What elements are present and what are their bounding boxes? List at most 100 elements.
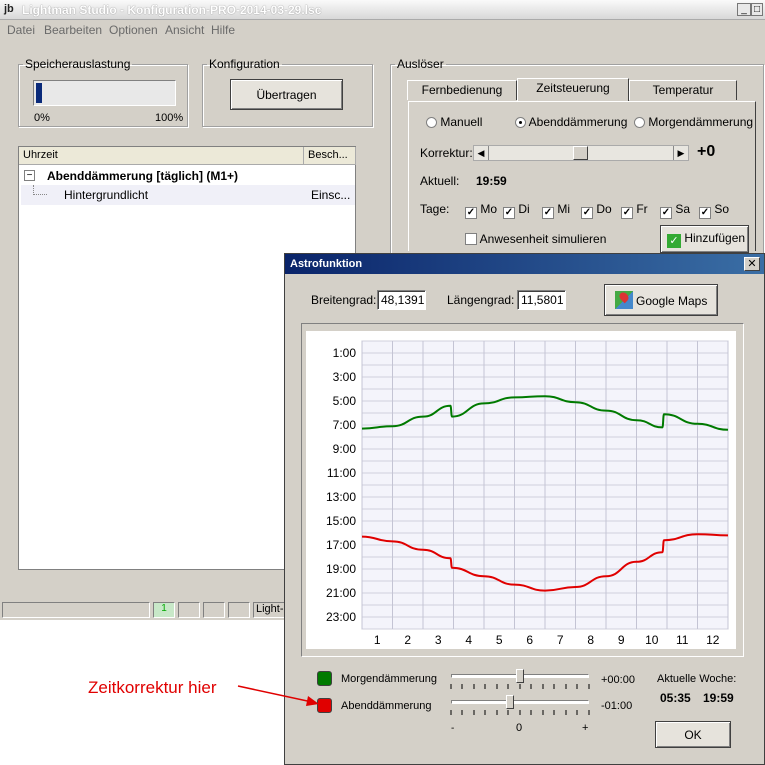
tab-fernbedienung[interactable]: Fernbedienung (407, 80, 517, 100)
status-pane (203, 602, 225, 618)
current-value: 19:59 (476, 174, 507, 188)
menu-bar: Datei Bearbeiten Optionen Ansicht Hilfe (0, 21, 765, 39)
group-label: Abenddämmerung [täglich] (M1+) (47, 169, 239, 183)
google-maps-button[interactable]: Google Maps (604, 284, 718, 316)
trigger-tabs: Fernbedienung Zeitsteuerung Temperatur (407, 78, 747, 102)
transfer-button[interactable]: Übertragen (230, 79, 343, 110)
menu-hilfe[interactable]: Hilfe (211, 23, 235, 37)
astro-dialog: Astrofunktion ✕ Breitengrad: 48,1391 Län… (284, 253, 765, 765)
week-morning: 05:35 (660, 691, 691, 705)
correction-scrollbar[interactable]: ◀ ▶ (473, 145, 689, 161)
current-label: Aktuell: (420, 174, 460, 188)
list-group-row[interactable]: − Abenddämmerung [täglich] (M1+) (21, 167, 355, 185)
evening-offset-slider[interactable] (449, 695, 591, 717)
twilight-chart: 1:00 3:00 5:00 7:00 9:00 11:00 13:00 15:00 17:00… (306, 331, 736, 649)
y-tick-label: 11:00 (327, 466, 356, 480)
radio-label: Morgendämmerung (648, 115, 754, 129)
radio-icon (426, 117, 437, 128)
radio-morgendaemmerung[interactable]: Morgendämmerung (634, 115, 753, 129)
checkbox-so[interactable]: ✓ So (699, 202, 729, 219)
dialog-title: Astrofunktion (290, 258, 363, 270)
day-label: Di (518, 202, 530, 216)
checkbox-sa[interactable]: ✓ Sa (660, 202, 690, 219)
item-desc: Einsc... (311, 188, 351, 202)
check-icon: ✓ (621, 207, 633, 219)
status-bar: 1 Light-I (0, 600, 290, 620)
y-tick-label: 3:00 (333, 370, 357, 384)
x-tick-label: 1 (374, 633, 381, 647)
scroll-left-icon[interactable]: ◀ (474, 146, 489, 160)
morning-offset-slider[interactable] (449, 669, 591, 691)
maximize-button[interactable]: □ (751, 3, 763, 16)
radio-manuell[interactable]: Manuell (426, 115, 482, 129)
app-logo: jb (4, 3, 14, 15)
col-header-beschreibung[interactable]: Besch... (304, 147, 356, 165)
add-button[interactable]: ✓ Hinzufügen (660, 225, 749, 253)
slider-ticks (450, 684, 590, 689)
col-header-uhrzeit[interactable]: Uhrzeit (19, 147, 304, 165)
x-tick-label: 2 (404, 633, 411, 647)
chart-frame: 1:00 3:00 5:00 7:00 9:00 11:00 13:00 15:00 17:00… (301, 323, 744, 657)
x-tick-label: 8 (587, 633, 594, 647)
menu-ansicht[interactable]: Ansicht (165, 23, 204, 37)
status-pane (178, 602, 200, 618)
longitude-input[interactable]: 11,5801 (517, 290, 566, 310)
scroll-right-icon[interactable]: ▶ (673, 146, 688, 160)
menu-datei[interactable]: Datei (7, 23, 35, 37)
tab-temperatur[interactable]: Temperatur (629, 80, 737, 100)
maps-label: Google Maps (635, 294, 708, 308)
morning-legend: Morgendämmerung (341, 673, 437, 685)
radio-icon (515, 117, 526, 128)
x-tick-label: 6 (526, 633, 533, 647)
checkbox-mi[interactable]: ✓ Mi (542, 202, 570, 219)
latitude-input[interactable]: 48,1391 (377, 290, 426, 310)
list-item[interactable]: Hintergrundlicht Einsc... (21, 185, 355, 205)
status-indicator: 1 (153, 602, 175, 618)
minimize-button[interactable]: _ (737, 3, 751, 16)
morning-offset: +00:00 (601, 674, 635, 686)
x-tick-label: 7 (557, 633, 564, 647)
slider-thumb[interactable] (516, 669, 524, 683)
day-label: Fr (636, 202, 648, 216)
radio-label: Manuell (440, 115, 483, 129)
slider-track (451, 700, 589, 704)
lon-label: Längengrad: (447, 293, 515, 307)
scale-zero: 0 (516, 722, 523, 734)
tab-zeitsteuerung[interactable]: Zeitsteuerung (517, 78, 629, 102)
memory-progress (33, 80, 176, 106)
menu-optionen[interactable]: Optionen (109, 23, 158, 37)
status-pane (2, 602, 150, 618)
radio-abenddaemmerung[interactable]: Abenddämmerung (515, 115, 627, 129)
scroll-thumb[interactable] (573, 146, 588, 160)
ok-button[interactable]: OK (655, 721, 731, 748)
scale-plus: + (582, 722, 589, 734)
checkbox-do[interactable]: ✓ Do (581, 202, 612, 219)
collapse-icon[interactable]: − (24, 170, 35, 181)
lat-label: Breitengrad: (311, 293, 377, 307)
checkbox-mo[interactable]: ✓ Mo (465, 202, 497, 219)
checkbox-di[interactable]: ✓ Di (503, 202, 530, 219)
item-name: Hintergrundlicht (64, 188, 149, 202)
memory-min: 0% (34, 112, 50, 124)
y-tick-label: 5:00 (333, 394, 357, 408)
slider-thumb[interactable] (506, 695, 514, 709)
evening-legend: Abenddämmerung (341, 700, 432, 712)
checkbox-fr[interactable]: ✓ Fr (621, 202, 648, 219)
correction-value: +0 (697, 143, 716, 160)
check-icon: ✓ (667, 233, 681, 248)
menu-bearbeiten[interactable]: Bearbeiten (44, 23, 102, 37)
y-tick-label: 9:00 (333, 442, 357, 456)
radio-icon (634, 117, 645, 128)
status-pane (228, 602, 250, 618)
memory-progress-fill (36, 83, 42, 103)
add-button-label: Hinzufügen (684, 230, 746, 245)
evening-offset: -01:00 (601, 700, 633, 712)
checkbox-simulate[interactable]: Anwesenheit simulieren (465, 232, 606, 246)
x-tick-label: 9 (618, 633, 625, 647)
x-tick-label: 4 (465, 633, 472, 647)
slider-ticks (450, 710, 590, 715)
map-icon (614, 290, 633, 309)
y-tick-label: 13:00 (326, 490, 356, 504)
close-icon[interactable]: ✕ (744, 257, 760, 271)
simulate-label: Anwesenheit simulieren (479, 232, 607, 246)
